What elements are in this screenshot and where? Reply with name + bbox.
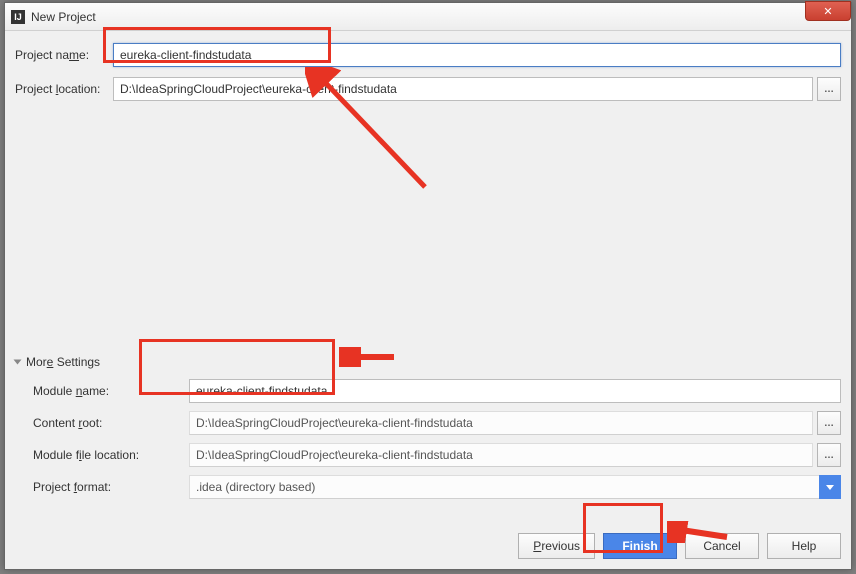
dialog-content: Project name: Project location: … More S… [5,31,851,569]
close-button[interactable]: ✕ [805,1,851,21]
content-root-input[interactable]: D:\IdeaSpringCloudProject\eureka-client-… [189,411,813,435]
project-location-label: Project location: [15,82,113,96]
project-name-label: Project name: [15,48,113,62]
project-location-input[interactable] [113,77,813,101]
more-settings-label: More Settings [26,355,100,369]
module-file-location-row: Module file location: D:\IdeaSpringCloud… [33,443,841,467]
window-title: New Project [31,10,96,24]
collapse-icon [14,360,22,365]
button-bar: Previous Finish Cancel Help [518,533,841,559]
module-name-label: Module name: [33,384,189,398]
new-project-window: IJ New Project ✕ Project name: Project l… [4,2,852,570]
module-file-location-input[interactable]: D:\IdeaSpringCloudProject\eureka-client-… [189,443,813,467]
project-format-select[interactable]: .idea (directory based) [189,475,819,499]
content-root-label: Content root: [33,416,189,430]
project-name-input[interactable] [113,43,841,67]
ellipsis-icon: … [824,418,834,429]
browse-module-file-button[interactable]: … [817,443,841,467]
more-settings-header[interactable]: More Settings [15,355,841,369]
module-name-input[interactable] [189,379,841,403]
project-name-row: Project name: [15,43,841,67]
browse-content-root-button[interactable]: … [817,411,841,435]
cancel-button[interactable]: Cancel [685,533,759,559]
ellipsis-icon: … [824,450,834,461]
help-button[interactable]: Help [767,533,841,559]
ellipsis-icon: … [824,84,834,95]
close-icon: ✕ [823,5,832,18]
module-name-row: Module name: [33,379,841,403]
project-location-row: Project location: … [15,77,841,101]
previous-button[interactable]: Previous [518,533,595,559]
content-root-row: Content root: D:\IdeaSpringCloudProject\… [33,411,841,435]
project-format-row: Project format: .idea (directory based) [33,475,841,499]
project-format-label: Project format: [33,480,189,494]
finish-button[interactable]: Finish [603,533,677,559]
app-icon: IJ [11,10,25,24]
project-format-dropdown-button[interactable] [819,475,841,499]
browse-location-button[interactable]: … [817,77,841,101]
module-file-location-label: Module file location: [33,448,189,462]
titlebar: IJ New Project ✕ [5,3,851,31]
more-settings-section: Module name: Content root: D:\IdeaSpring… [15,379,841,499]
